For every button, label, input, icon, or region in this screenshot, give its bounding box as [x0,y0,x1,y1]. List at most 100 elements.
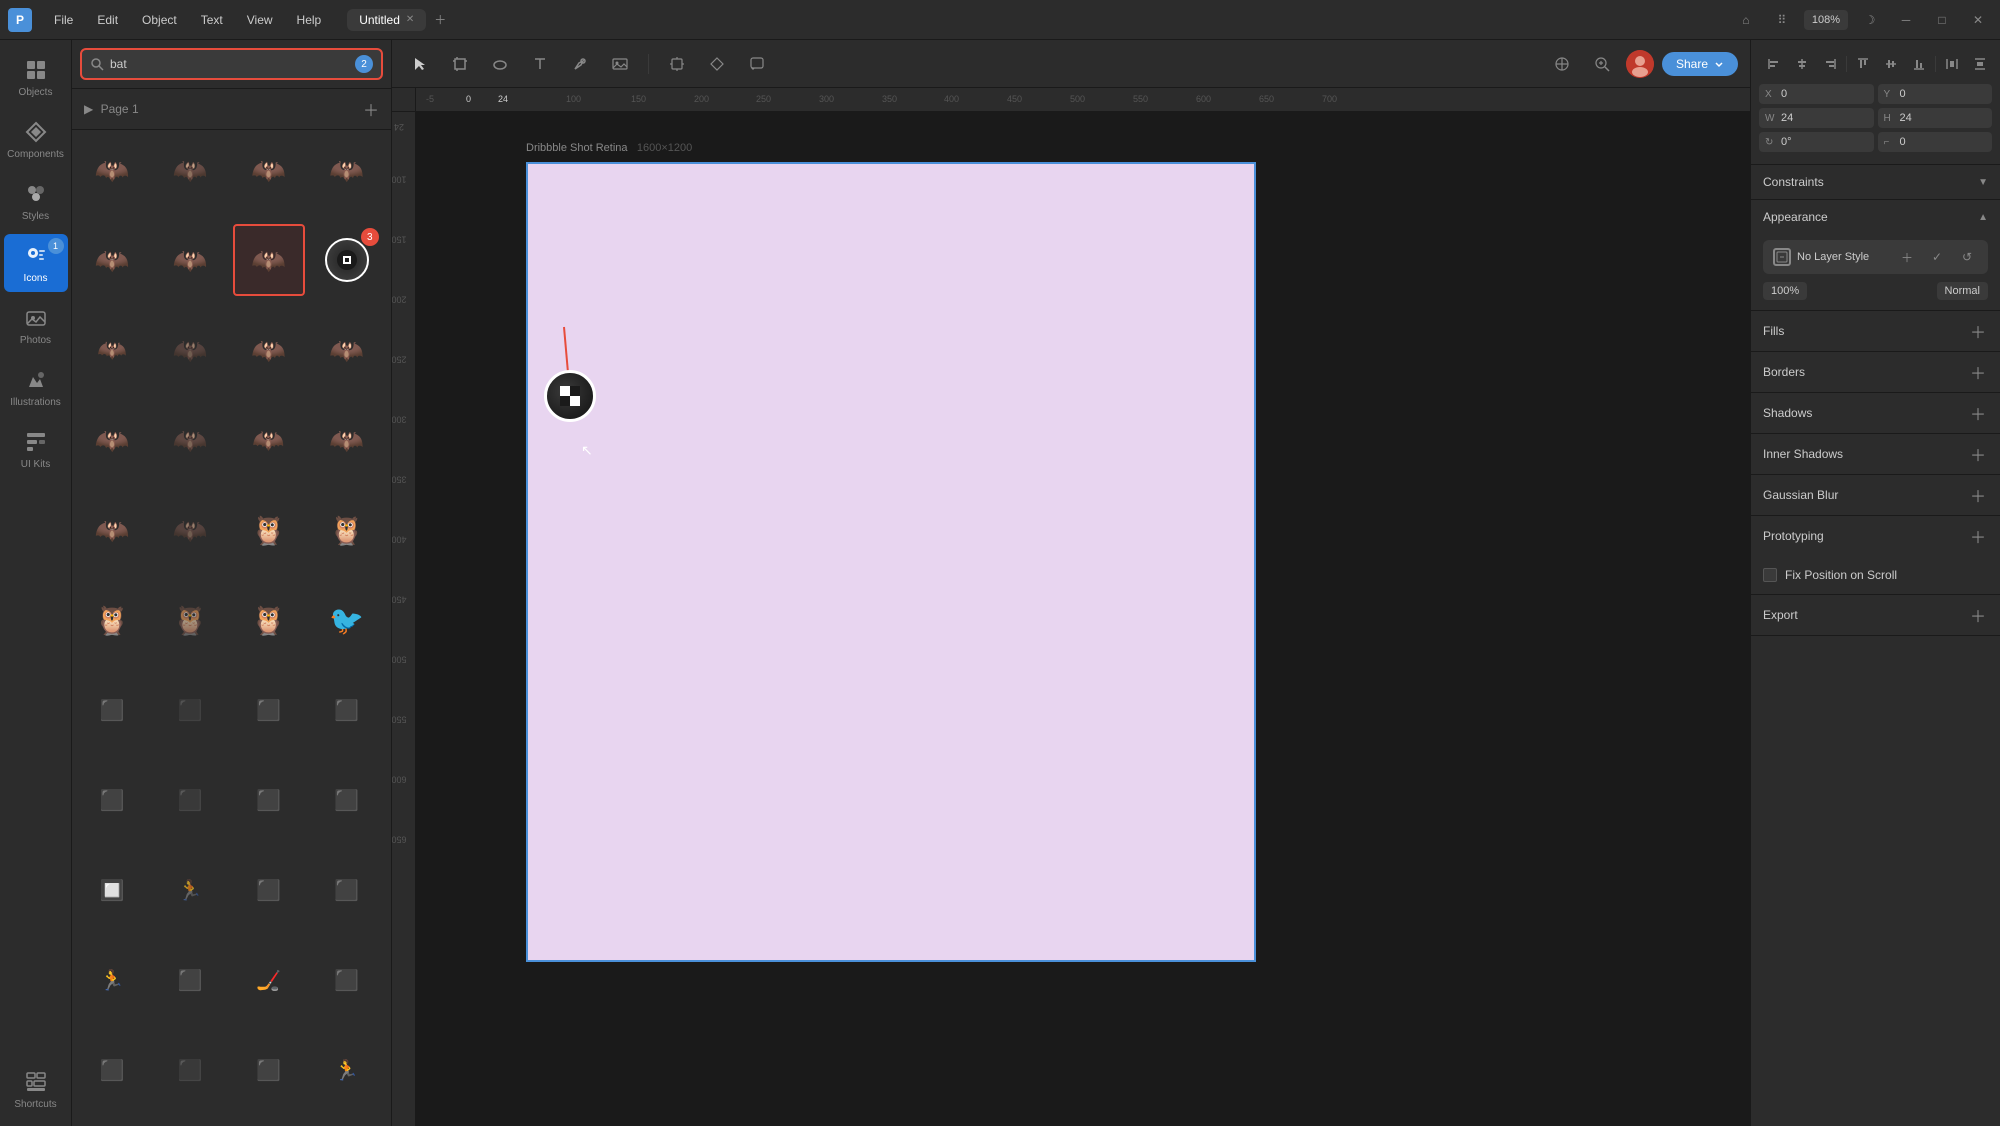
borders-add-btn[interactable]: ＋ [1968,362,1988,382]
icon-cell-9-1[interactable]: 🔲 [76,854,148,926]
shadows-header[interactable]: Shadows ＋ [1751,393,2000,433]
inner-shadows-add-btn[interactable]: ＋ [1968,444,1988,464]
zoom-display[interactable]: 108% [1804,10,1848,30]
shadows-add-btn[interactable]: ＋ [1968,403,1988,423]
constraints-header[interactable]: Constraints ▼ [1751,165,2000,199]
sidebar-item-styles[interactable]: Styles [4,172,68,230]
rotation-field[interactable]: ↻ 0° [1759,132,1874,152]
icon-cell-8-4[interactable]: ⬛ [311,764,383,836]
panel-add-btn[interactable]: ＋ [363,97,379,121]
align-top-btn[interactable] [1851,52,1875,76]
corner-field[interactable]: ⌐ 0 [1878,132,1993,152]
sidebar-item-objects[interactable]: Objects [4,48,68,106]
icon-cell-6-1[interactable]: 🦉 [76,584,148,656]
fills-header[interactable]: Fills ＋ [1751,311,2000,351]
icon-cell-3-4[interactable]: 🦇 [311,314,383,386]
search-input[interactable]: bat [110,57,349,71]
distribute-h-btn[interactable] [1940,52,1964,76]
blend-mode[interactable]: Normal [1937,282,1988,300]
icon-cell-bat8-dragged[interactable]: 3 [311,224,383,296]
icon-cell-11-3[interactable]: ⬛ [233,1034,305,1106]
icon-cell-10-2[interactable]: ⬛ [154,944,226,1016]
canvas-content[interactable]: Dribbble Shot Retina 1600×1200 [416,112,1750,1126]
borders-header[interactable]: Borders ＋ [1751,352,2000,392]
sidebar-item-uikits[interactable]: UI Kits [4,420,68,478]
icon-cell-bat5[interactable]: 🦇 [76,224,148,296]
icon-cell-bat2[interactable]: 🦇 [154,134,226,206]
align-middle-btn[interactable] [1879,52,1903,76]
icon-cell-11-1[interactable]: ⬛ [76,1034,148,1106]
minimize-btn[interactable]: ─ [1892,6,1920,34]
icon-cell-5-3[interactable]: 🦉 [233,494,305,566]
menu-view[interactable]: View [237,9,283,31]
app-icon[interactable]: P [8,8,32,32]
transform-tool[interactable] [661,48,693,80]
align-left-btn[interactable] [1762,52,1786,76]
icon-cell-7-2[interactable]: ⬛ [154,674,226,746]
home-btn[interactable]: ⌂ [1732,6,1760,34]
dragged-icon[interactable] [544,370,596,422]
icon-cell-4-1[interactable]: 🦇 [76,404,148,476]
sidebar-item-shortcuts[interactable]: Shortcuts [4,1060,68,1118]
icon-cell-6-3[interactable]: 🦉 [233,584,305,656]
y-field[interactable]: Y 0 [1878,84,1993,104]
icon-cell-6-2[interactable]: 🦉 [154,584,226,656]
icon-cell-9-3[interactable]: ⬛ [233,854,305,926]
icon-cell-8-1[interactable]: ⬛ [76,764,148,836]
icon-cell-10-3[interactable]: 🏒 [233,944,305,1016]
gaussian-blur-header[interactable]: Gaussian Blur ＋ [1751,475,2000,515]
icon-cell-3-2[interactable]: 🦇 [154,314,226,386]
tab-untitled[interactable]: Untitled ✕ [347,9,426,31]
rect-tool[interactable] [484,48,516,80]
distribute-v-btn[interactable] [1968,52,1992,76]
sidebar-item-components[interactable]: Components [4,110,68,168]
icon-cell-3-1[interactable]: 🦇 [76,314,148,386]
sidebar-item-icons[interactable]: Icons 1 [4,234,68,292]
moon-btn[interactable]: ☽ [1856,6,1884,34]
w-field[interactable]: W 24 [1759,108,1874,128]
canvas-viewport[interactable]: -5 0 24 100 150 200 250 300 350 400 450 … [392,88,1750,1126]
design-frame[interactable] [526,162,1256,962]
grid-btn[interactable]: ⠿ [1768,6,1796,34]
icon-cell-3-3[interactable]: 🦇 [233,314,305,386]
icon-cell-bat4[interactable]: 🦇 [311,134,383,206]
inner-shadows-header[interactable]: Inner Shadows ＋ [1751,434,2000,474]
icon-cell-bat1[interactable]: 🦇 [76,134,148,206]
icon-cell-7-4[interactable]: ⬛ [311,674,383,746]
layer-check-btn[interactable]: ✓ [1926,246,1948,268]
icon-cell-4-3[interactable]: 🦇 [233,404,305,476]
pen-tool[interactable] [564,48,596,80]
component-tool[interactable] [701,48,733,80]
tab-add-btn[interactable]: ＋ [426,7,454,32]
icon-cell-9-2[interactable]: 🏃 [154,854,226,926]
appearance-header[interactable]: Appearance ▲ [1751,200,2000,234]
icon-cell-5-1[interactable]: 🦇 [76,494,148,566]
icon-cell-8-3[interactable]: ⬛ [233,764,305,836]
icon-cell-5-2[interactable]: 🦇 [154,494,226,566]
fills-add-btn[interactable]: ＋ [1968,321,1988,341]
layer-reset-btn[interactable]: ↺ [1956,246,1978,268]
icon-cell-8-2[interactable]: ⬛ [154,764,226,836]
x-field[interactable]: X 0 [1759,84,1874,104]
image-tool[interactable] [604,48,636,80]
comment-tool[interactable] [741,48,773,80]
h-field[interactable]: H 24 [1878,108,1993,128]
search-box[interactable]: bat 2 [80,48,383,80]
icon-cell-bat6[interactable]: 🦇 [154,224,226,296]
layer-style-row[interactable]: No Layer Style ＋ ✓ ↺ [1763,240,1988,274]
gaussian-blur-add-btn[interactable]: ＋ [1968,485,1988,505]
sidebar-item-photos[interactable]: Photos [4,296,68,354]
inspect-btn[interactable] [1586,48,1618,80]
icon-cell-7-3[interactable]: ⬛ [233,674,305,746]
prototyping-header[interactable]: Prototyping ＋ [1751,516,2000,556]
icon-cell-5-4[interactable]: 🦉 [311,494,383,566]
icon-cell-9-4[interactable]: ⬛ [311,854,383,926]
export-header[interactable]: Export ＋ [1751,595,2000,635]
icon-cell-11-4[interactable]: 🏃 [311,1034,383,1106]
menu-help[interactable]: Help [287,9,332,31]
tab-close-btn[interactable]: ✕ [406,14,414,25]
icon-cell-4-2[interactable]: 🦇 [154,404,226,476]
icon-cell-7-1[interactable]: ⬛ [76,674,148,746]
share-button[interactable]: Share [1662,52,1738,76]
icon-cell-bat7-selected[interactable]: 🦇 [233,224,305,296]
